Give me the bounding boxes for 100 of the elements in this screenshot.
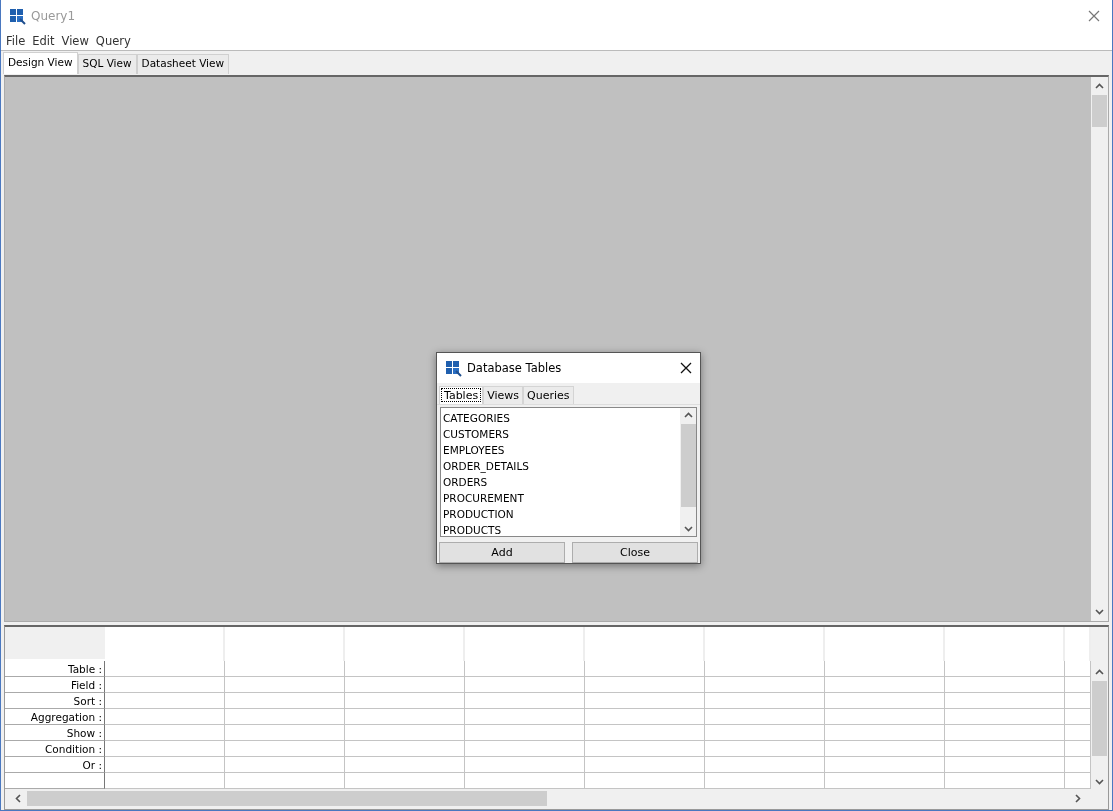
grid-cell[interactable]	[225, 757, 345, 773]
chevron-down-icon[interactable]	[1095, 779, 1104, 785]
menu-item[interactable]: Query	[95, 34, 131, 48]
list-item[interactable]: ORDER_DETAILS	[441, 458, 680, 474]
grid-cell[interactable]	[945, 693, 1065, 709]
menu-item[interactable]: File	[6, 34, 26, 48]
grid-cell[interactable]	[825, 757, 945, 773]
grid-cell[interactable]	[105, 677, 225, 693]
grid-cell[interactable]	[945, 677, 1065, 693]
grid-cell[interactable]	[465, 661, 585, 677]
grid-cell[interactable]	[225, 741, 345, 757]
row-label: Field :	[5, 677, 105, 693]
grid-cell[interactable]	[105, 709, 225, 725]
grid-cell[interactable]	[345, 677, 465, 693]
grid-cell[interactable]	[585, 725, 705, 741]
list-item[interactable]: PRODUCTION	[441, 506, 680, 522]
grid-cell[interactable]	[465, 741, 585, 757]
chevron-down-icon[interactable]	[1095, 609, 1104, 615]
grid-cell[interactable]	[825, 741, 945, 757]
row-label: Show :	[5, 725, 105, 741]
grid-cell[interactable]	[705, 661, 825, 677]
scrollbar-thumb[interactable]	[1092, 95, 1107, 127]
chevron-up-icon[interactable]	[683, 412, 693, 418]
list-item[interactable]: PROCUREMENT	[441, 490, 680, 506]
grid-cell[interactable]	[825, 725, 945, 741]
chevron-left-icon[interactable]	[15, 793, 21, 803]
grid-cell[interactable]	[585, 741, 705, 757]
grid-cell[interactable]	[945, 741, 1065, 757]
window-title: Query1	[31, 9, 77, 23]
row-label: Sort :	[5, 693, 105, 709]
grid-cell[interactable]	[105, 661, 225, 677]
grid-cell[interactable]	[105, 693, 225, 709]
chevron-right-icon[interactable]	[1075, 793, 1081, 803]
close-icon[interactable]	[680, 362, 692, 374]
list-item[interactable]: EMPLOYEES	[441, 442, 680, 458]
scrollbar-thumb[interactable]	[680, 424, 696, 507]
menu-item[interactable]: Edit	[32, 34, 55, 48]
grid-cell[interactable]	[825, 661, 945, 677]
list-item[interactable]: PRODUCTS	[441, 522, 680, 538]
grid-cell[interactable]	[945, 757, 1065, 773]
tab[interactable]: Design View	[3, 52, 78, 74]
grid-cell[interactable]	[585, 709, 705, 725]
grid-cell[interactable]	[705, 741, 825, 757]
grid-cell[interactable]	[945, 661, 1065, 677]
grid-cell[interactable]	[585, 693, 705, 709]
row-label: Or :	[5, 757, 105, 773]
grid-cell[interactable]	[705, 677, 825, 693]
grid-cell[interactable]	[825, 709, 945, 725]
chevron-up-icon[interactable]	[1095, 83, 1104, 89]
grid-cell[interactable]	[945, 709, 1065, 725]
grid-cell[interactable]	[465, 693, 585, 709]
grid-cell[interactable]	[345, 709, 465, 725]
grid-cell[interactable]	[705, 709, 825, 725]
menu-item[interactable]: View	[61, 34, 89, 48]
tab[interactable]: Queries	[523, 386, 574, 404]
grid-cell[interactable]	[225, 725, 345, 741]
tab[interactable]: Tables	[439, 386, 484, 404]
grid-cell[interactable]	[345, 693, 465, 709]
grid-cell[interactable]	[585, 677, 705, 693]
list-item[interactable]: CUSTOMERS	[441, 426, 680, 442]
grid-cell[interactable]	[105, 725, 225, 741]
grid-cell[interactable]	[345, 757, 465, 773]
grid-cell[interactable]	[345, 661, 465, 677]
grid-cell[interactable]	[345, 725, 465, 741]
grid-cell[interactable]	[225, 693, 345, 709]
tab[interactable]: SQL View	[77, 54, 137, 74]
grid-cell[interactable]	[465, 757, 585, 773]
grid-cell[interactable]	[225, 709, 345, 725]
chevron-up-icon[interactable]	[1095, 669, 1104, 675]
grid-cell[interactable]	[825, 693, 945, 709]
dialog-button[interactable]: Add	[439, 542, 565, 563]
app-icon	[445, 359, 462, 377]
grid-cell[interactable]	[705, 693, 825, 709]
grid-cell[interactable]	[465, 677, 585, 693]
grid-cell[interactable]	[225, 661, 345, 677]
grid-cell[interactable]	[705, 725, 825, 741]
row-label: Aggregation :	[5, 709, 105, 725]
grid-cell[interactable]	[105, 741, 225, 757]
dialog-button[interactable]: Close	[572, 542, 698, 563]
row-label: Table :	[5, 661, 105, 677]
vertical-scrollbar[interactable]	[680, 408, 696, 536]
chevron-down-icon[interactable]	[683, 526, 693, 532]
tab[interactable]: Views	[483, 386, 524, 404]
grid-cell[interactable]	[225, 677, 345, 693]
dialog-title: Database Tables	[467, 361, 563, 375]
grid-cell[interactable]	[945, 725, 1065, 741]
grid-cell[interactable]	[465, 725, 585, 741]
grid-cell[interactable]	[105, 757, 225, 773]
grid-cell[interactable]	[705, 757, 825, 773]
scrollbar-thumb[interactable]	[27, 790, 547, 806]
tab[interactable]: Datasheet View	[136, 54, 230, 74]
grid-cell[interactable]	[825, 677, 945, 693]
grid-cell[interactable]	[345, 741, 465, 757]
list-item[interactable]: CATEGORIES	[441, 410, 680, 426]
scrollbar-thumb[interactable]	[1092, 681, 1107, 756]
grid-cell[interactable]	[585, 661, 705, 677]
list-item[interactable]: ORDERS	[441, 474, 680, 490]
row-label: Condition :	[5, 741, 105, 757]
grid-cell[interactable]	[585, 757, 705, 773]
grid-cell[interactable]	[465, 709, 585, 725]
